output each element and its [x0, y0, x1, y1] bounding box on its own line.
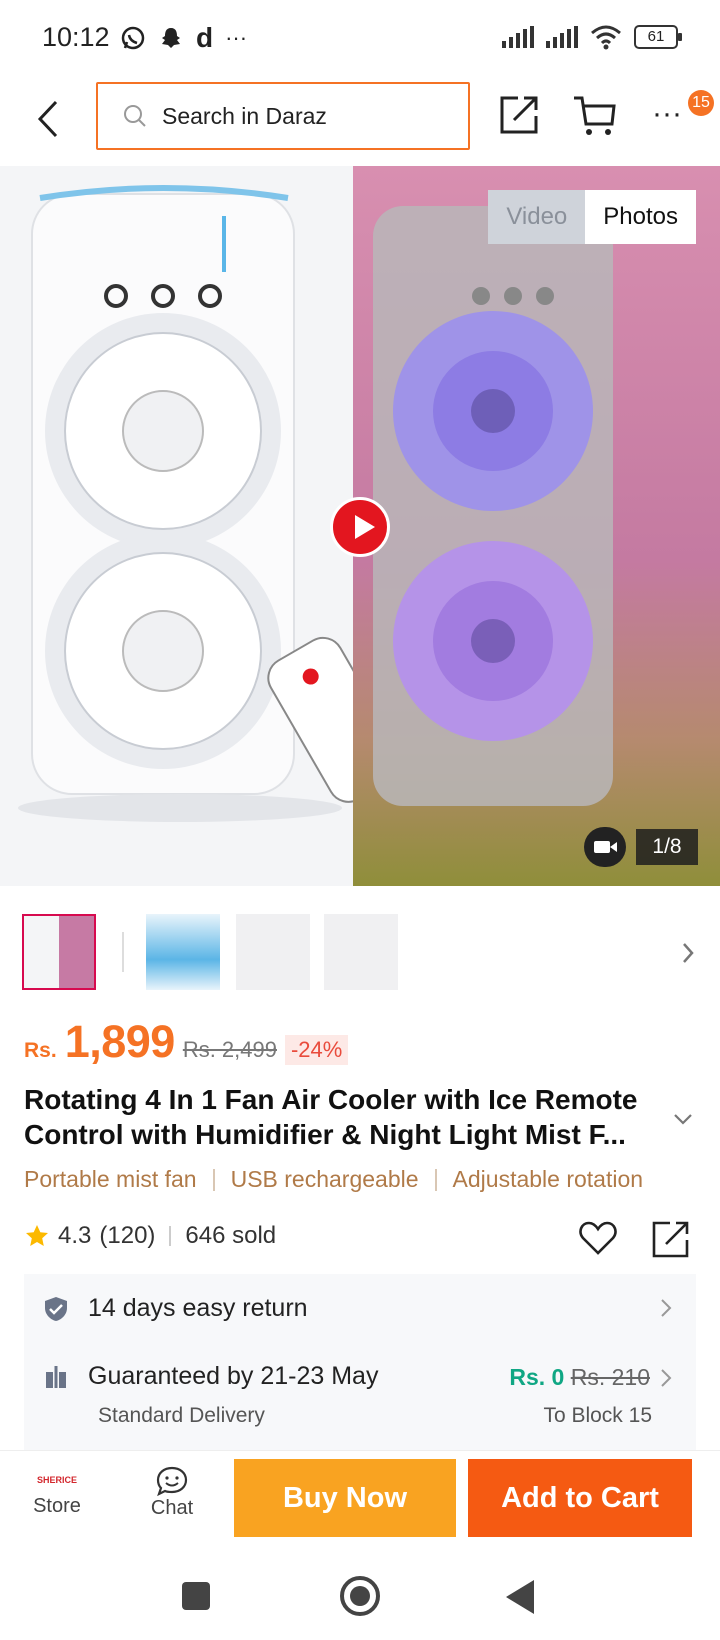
chevron-right-icon [661, 1369, 672, 1387]
star-icon [26, 1225, 48, 1246]
share-product-icon[interactable] [650, 1218, 692, 1260]
more-menu-button[interactable]: ··· [652, 99, 682, 129]
chevron-down-icon[interactable] [672, 1112, 694, 1126]
fan-illustration [18, 185, 404, 822]
product-image-pink-room [353, 166, 720, 886]
thumbnail-strip [22, 914, 702, 992]
tag-item: Portable mist fan [24, 1166, 197, 1192]
status-system-icons: 61 [502, 24, 682, 50]
discount-badge: -24% [284, 1035, 349, 1065]
shield-check-icon [45, 1297, 67, 1321]
buy-now-button[interactable]: Buy Now [234, 1459, 456, 1537]
play-video-button[interactable] [330, 497, 390, 557]
price-row: Rs. 1,899 Rs. 2,499 -24% [24, 1016, 349, 1068]
delivery-box-icon [46, 1366, 66, 1388]
notification-badge: 15 [688, 90, 714, 116]
home-button[interactable] [340, 1576, 380, 1616]
bottom-action-bar: SHERICE Store Chat Buy Now Add to Cart [0, 1450, 720, 1550]
thumbnail-4[interactable] [324, 914, 398, 990]
tab-photos[interactable]: Photos [585, 190, 696, 244]
cart-icon[interactable] [572, 92, 618, 138]
status-time: 10:12 [42, 22, 110, 52]
tag-item: USB rechargeable [230, 1166, 419, 1192]
return-policy-row[interactable]: 14 days easy return [24, 1274, 696, 1340]
chevron-right-icon [661, 1299, 672, 1317]
delivery-type-label: Standard Delivery [98, 1404, 265, 1427]
product-image-white-fan [0, 166, 404, 886]
thumbnail-1[interactable] [22, 914, 96, 990]
signal-icon-2 [546, 26, 578, 48]
status-bar: 10:12 d ··· 61 [0, 0, 720, 78]
review-count: (120) [99, 1222, 156, 1249]
wifi-icon [591, 25, 621, 50]
search-bar[interactable] [96, 82, 470, 150]
signal-icon [502, 26, 534, 48]
thumbnail-2[interactable] [146, 914, 220, 990]
image-counter: 1/8 [636, 829, 698, 865]
fan-lit-illustration [373, 206, 613, 806]
store-button[interactable]: SHERICE Store [20, 1465, 94, 1518]
chat-label: Chat [150, 1497, 194, 1519]
delivery-row[interactable]: Guaranteed by 21-23 May Standard Deliver… [24, 1340, 696, 1452]
return-policy-label: 14 days easy return [88, 1294, 308, 1322]
rating-separator [169, 1226, 172, 1246]
currency-label: Rs. [24, 1039, 57, 1062]
tag-separator [212, 1168, 215, 1191]
app-letter-icon: d [196, 22, 214, 53]
product-tags: Portable mist fan USB rechargeable Adjus… [24, 1166, 643, 1193]
system-nav-bar [0, 1550, 720, 1640]
thumbnail-3[interactable] [236, 914, 310, 990]
original-price: Rs. 2,499 [182, 1037, 277, 1062]
search-input[interactable] [162, 102, 462, 130]
whatsapp-icon [121, 26, 145, 50]
service-info-card: 14 days easy return Guaranteed by 21-23 … [24, 1274, 696, 1452]
current-price: 1,899 [64, 1016, 176, 1067]
store-label: Store [33, 1495, 81, 1517]
chat-icon [156, 1466, 188, 1497]
wishlist-heart-icon[interactable] [578, 1218, 618, 1258]
battery-icon: 61 [634, 25, 682, 49]
chat-button[interactable]: Chat [134, 1465, 210, 1520]
video-camera-icon[interactable] [584, 827, 626, 867]
thumbnail-divider [122, 932, 124, 972]
delivery-fee-current: Rs. 0 [509, 1364, 565, 1390]
delivery-destination: To Block 15 [543, 1404, 652, 1427]
rating-value: 4.3 [58, 1222, 92, 1249]
back-arrow-icon[interactable] [30, 96, 70, 142]
tag-item: Adjustable rotation [452, 1166, 644, 1192]
product-gallery[interactable]: Video Photos 1/8 [0, 166, 720, 886]
media-toggle[interactable]: Video Photos [488, 190, 696, 244]
product-title[interactable]: Rotating 4 In 1 Fan Air Cooler with Ice … [24, 1082, 664, 1152]
top-header: ··· 15 [0, 78, 720, 166]
store-logo: SHERICE [36, 1475, 77, 1485]
delivery-guarantee-label: Guaranteed by 21-23 May [88, 1362, 379, 1390]
recent-apps-button[interactable] [182, 1582, 210, 1610]
chevron-right-icon[interactable] [678, 938, 698, 968]
status-notification-icons: d ··· [120, 22, 247, 54]
search-icon [124, 105, 146, 127]
tag-separator [434, 1168, 437, 1191]
snapchat-icon [162, 28, 180, 48]
tab-video[interactable]: Video [488, 190, 586, 244]
delivery-fee: Rs. 0 Rs. 210 [509, 1364, 650, 1391]
add-to-cart-button[interactable]: Add to Cart [468, 1459, 692, 1537]
sold-count: 646 sold [185, 1222, 277, 1249]
share-icon[interactable] [496, 92, 542, 138]
delivery-fee-original: Rs. 210 [570, 1364, 650, 1390]
system-back-button[interactable] [506, 1580, 534, 1614]
more-notifications-icon: ··· [225, 25, 248, 50]
rating-row[interactable]: 4.3 (120) 646 sold [24, 1222, 276, 1250]
